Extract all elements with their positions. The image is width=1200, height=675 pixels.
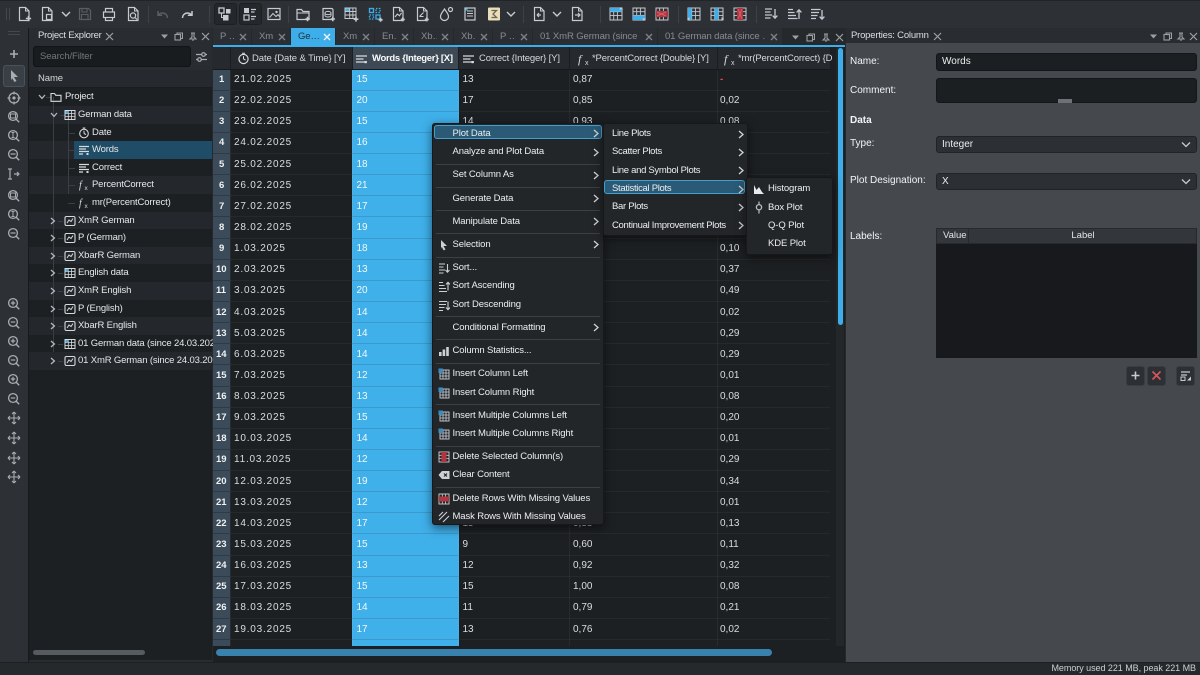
- svg-text:x: x: [85, 185, 89, 191]
- svg-text:x: x: [85, 203, 89, 209]
- svg-text:f: f: [79, 180, 83, 191]
- svg-text:f: f: [79, 198, 83, 209]
